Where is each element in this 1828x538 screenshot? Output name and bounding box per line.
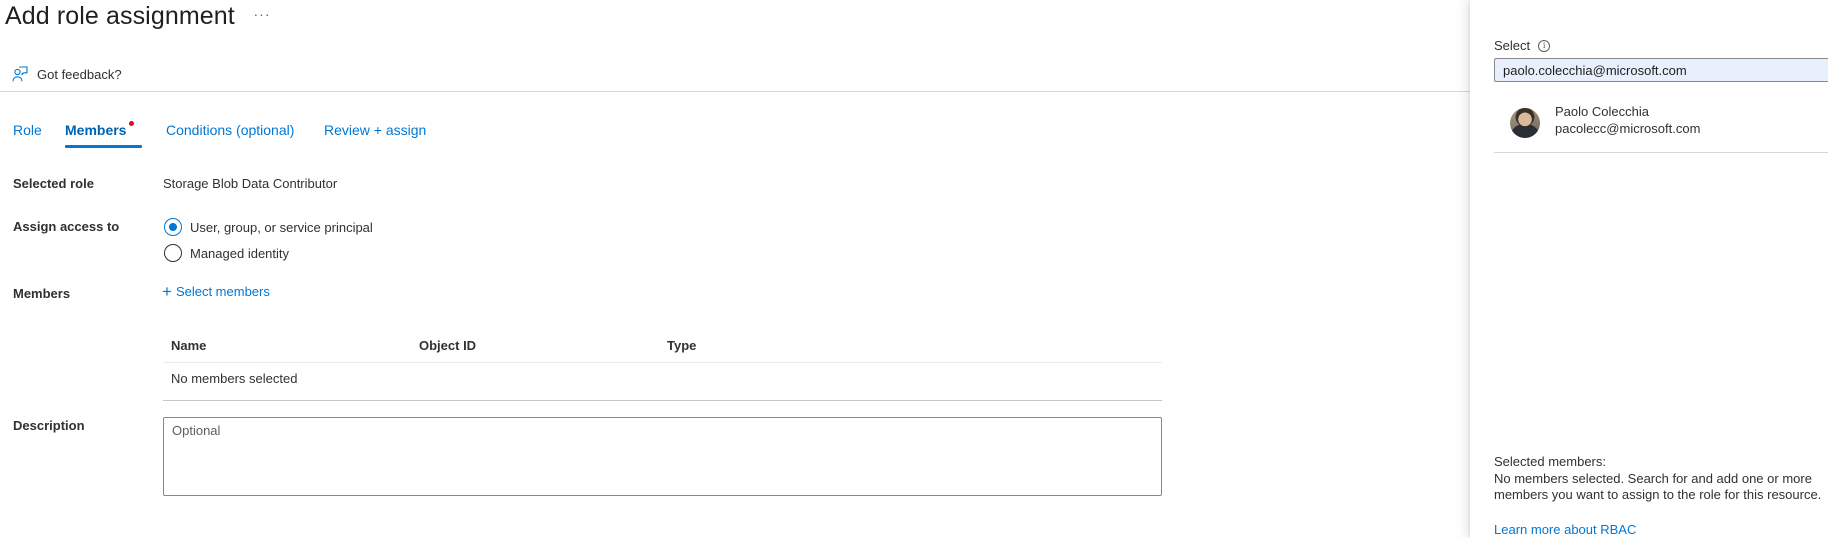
column-header-name[interactable]: Name	[171, 338, 206, 353]
feedback-button[interactable]: Got feedback?	[12, 65, 122, 83]
empty-state-text: No members selected	[171, 371, 298, 386]
radio-managed-identity[interactable]: Managed identity	[164, 244, 289, 262]
table-row-empty: No members selected	[163, 363, 1162, 401]
member-search-input[interactable]	[1494, 58, 1828, 82]
feedback-icon	[12, 66, 28, 82]
radio-label: Managed identity	[190, 245, 290, 261]
select-members-label: Select members	[175, 284, 270, 299]
selected-members-summary: Selected members: No members selected. S…	[1494, 454, 1824, 504]
select-members-button[interactable]: + Select members	[162, 281, 270, 301]
radio-unchecked-icon[interactable]	[164, 244, 182, 262]
selected-members-label: Selected members:	[1494, 454, 1606, 469]
search-result-item[interactable]: Paolo Colecchia pacolecc@microsoft.com	[1494, 98, 1828, 153]
tab-review-assign[interactable]: Review + assign	[324, 120, 426, 140]
selected-role-label: Selected role	[13, 176, 94, 191]
active-tab-indicator	[65, 145, 142, 148]
info-icon[interactable]: i	[1538, 39, 1551, 52]
members-label: Members	[13, 286, 71, 301]
feedback-label: Got feedback?	[37, 66, 122, 82]
select-label: Select	[1494, 38, 1531, 53]
selected-role-value: Storage Blob Data Contributor	[163, 176, 338, 191]
tab-members[interactable]: Members	[65, 120, 126, 140]
learn-more-rbac-link[interactable]: Learn more about RBAC	[1494, 522, 1636, 537]
tab-role[interactable]: Role	[13, 120, 42, 140]
result-email: pacolecc@microsoft.com	[1555, 121, 1701, 136]
more-options-button[interactable]: ···	[252, 6, 272, 26]
select-members-panel: Select i Paolo Colecchia pacolecc@micros…	[1470, 0, 1828, 538]
plus-icon: +	[162, 281, 172, 301]
description-label: Description	[13, 418, 85, 433]
header-divider	[0, 91, 1470, 92]
radio-label: User, group, or service principal	[190, 219, 373, 235]
result-name: Paolo Colecchia	[1555, 104, 1649, 119]
table-header: Name Object ID Type	[163, 330, 1162, 363]
assign-access-label: Assign access to	[13, 219, 120, 234]
description-textarea[interactable]	[163, 417, 1162, 496]
page-title: Add role assignment	[5, 2, 235, 30]
selected-members-text: No members selected. Search for and add …	[1494, 470, 1822, 503]
tab-members-error-dot	[129, 121, 134, 126]
radio-checked-icon[interactable]	[164, 218, 182, 236]
members-table: Name Object ID Type No members selected	[163, 330, 1162, 401]
avatar	[1510, 108, 1540, 138]
select-label-row: Select i	[1494, 38, 1551, 53]
radio-user-group-sp[interactable]: User, group, or service principal	[164, 218, 373, 236]
add-role-assignment-page: Add role assignment ··· Got feedback? Ro…	[0, 0, 1828, 538]
tab-conditions[interactable]: Conditions (optional)	[166, 120, 294, 140]
column-header-object-id[interactable]: Object ID	[419, 338, 476, 353]
column-header-type[interactable]: Type	[667, 338, 696, 353]
